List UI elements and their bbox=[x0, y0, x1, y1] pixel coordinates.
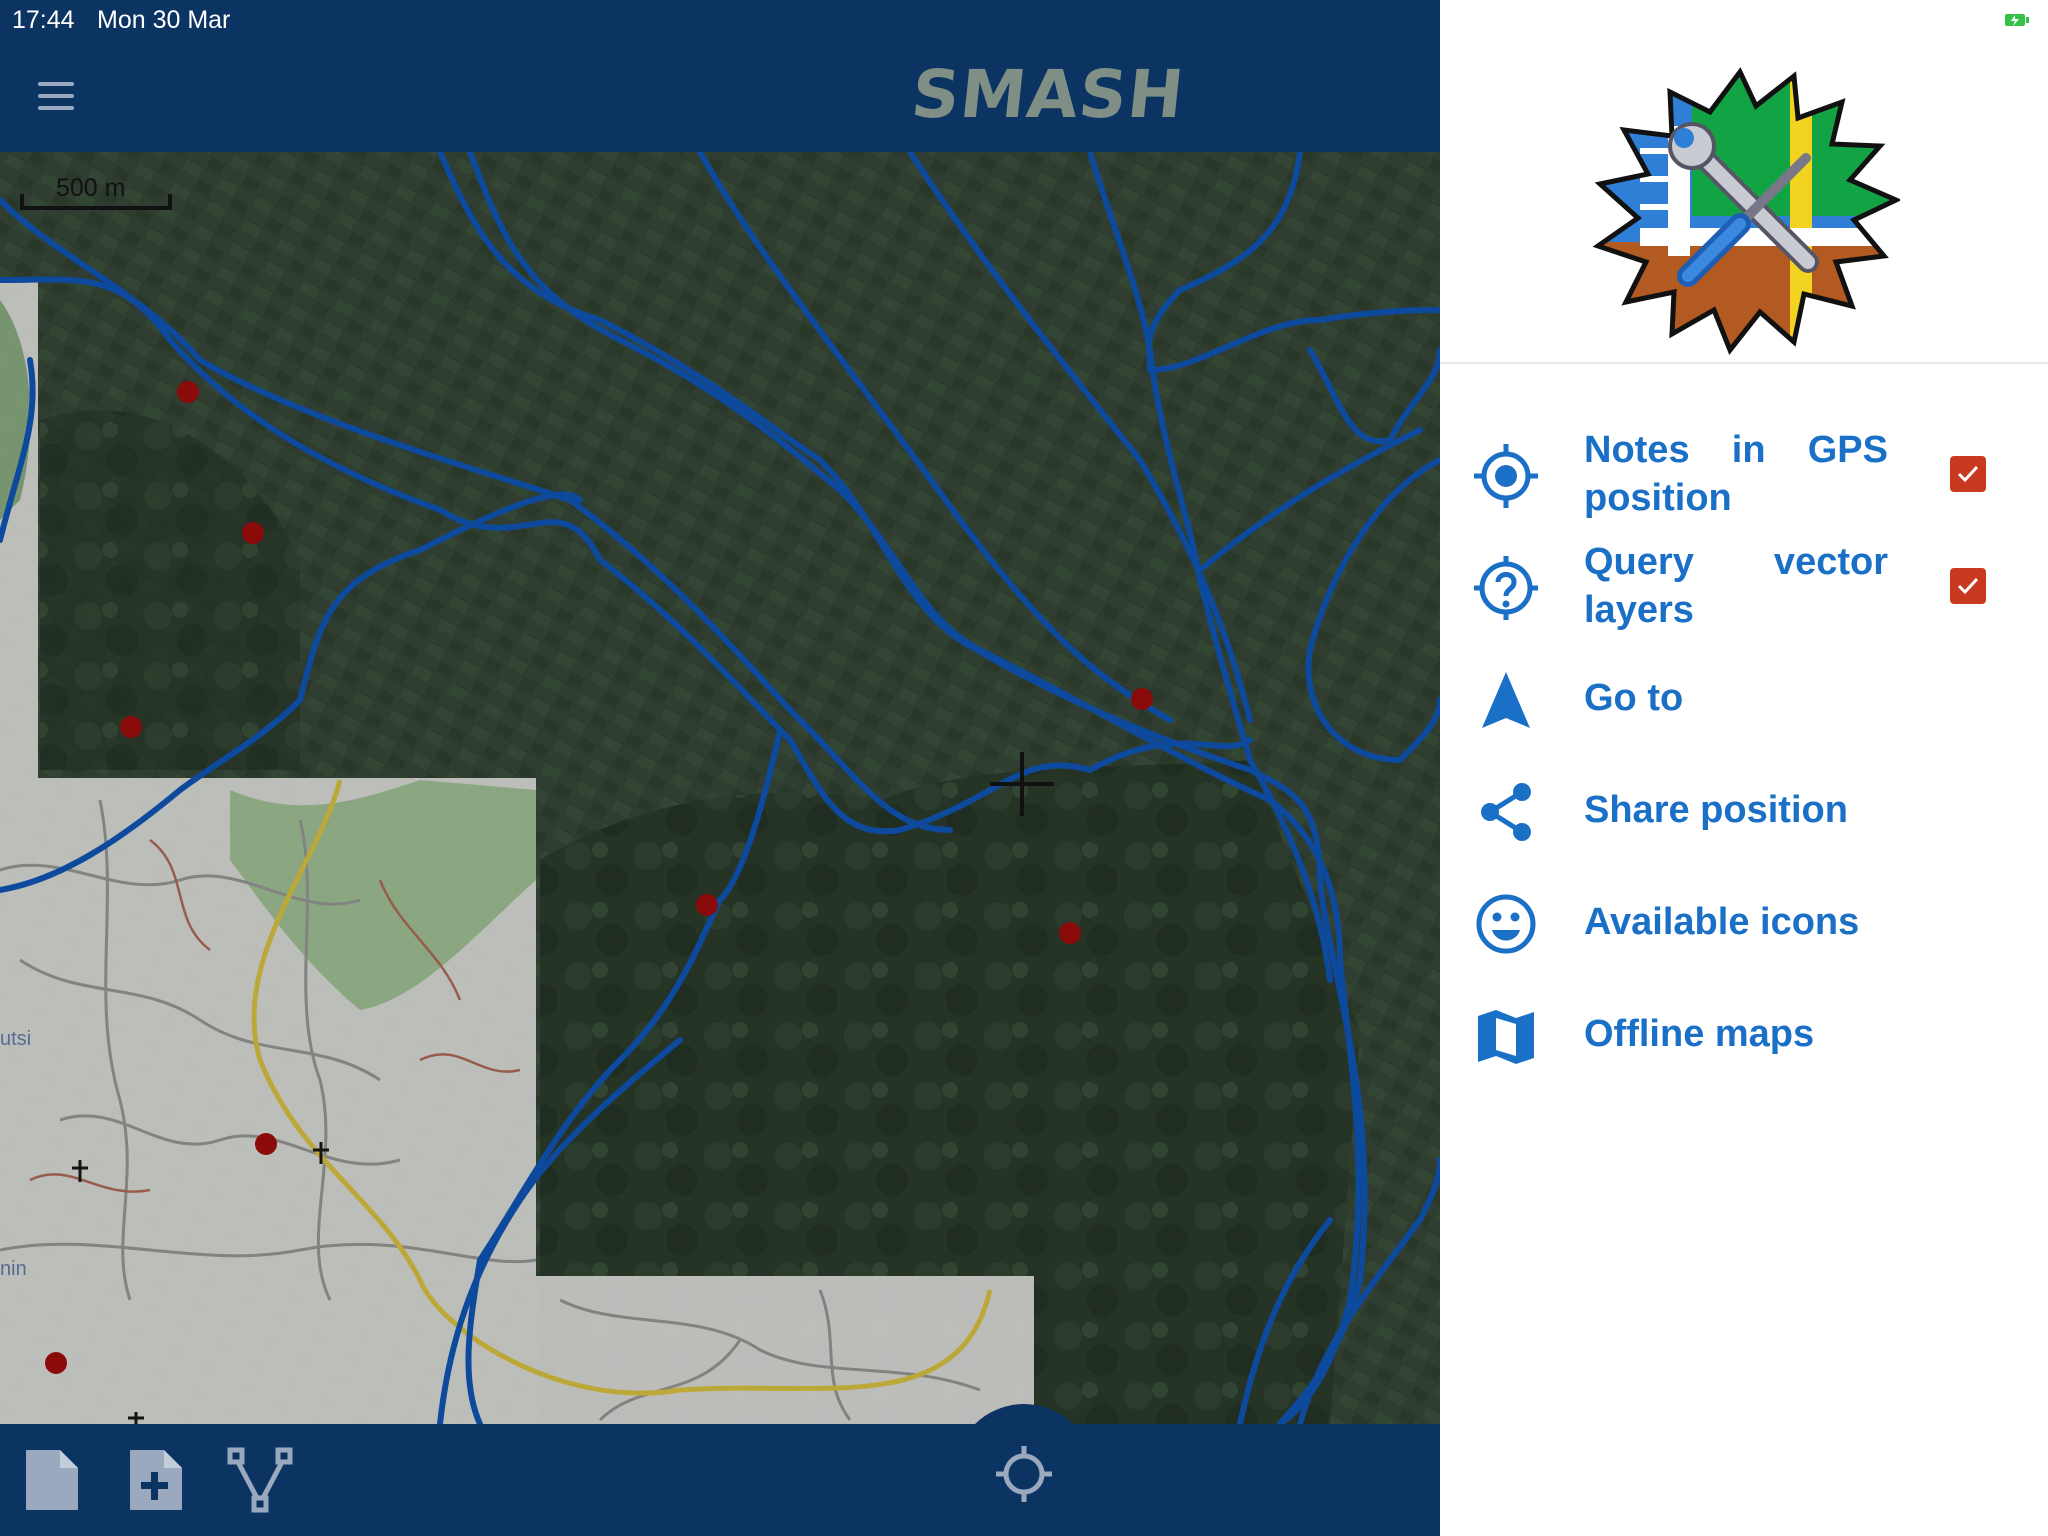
note-marker[interactable] bbox=[696, 894, 718, 916]
note-marker[interactable] bbox=[1059, 922, 1081, 944]
note-marker[interactable] bbox=[255, 1133, 277, 1155]
menu-label-share-position: Share position bbox=[1584, 789, 1848, 831]
simple-note-button[interactable] bbox=[16, 1444, 88, 1516]
menu-label-query-vector: Query vector layers bbox=[1584, 541, 1888, 631]
menu-item-go-to[interactable]: Go to bbox=[1440, 660, 2048, 740]
scale-tick-left bbox=[20, 194, 24, 210]
scale-line bbox=[20, 206, 172, 210]
smiley-icon bbox=[1476, 894, 1536, 954]
scale-label: 500 m bbox=[56, 174, 126, 202]
menu-icon bbox=[38, 82, 74, 86]
note-marker[interactable] bbox=[120, 716, 142, 738]
scale-tick-right bbox=[168, 194, 172, 210]
menu-item-notes-gps[interactable]: Notes in GPS position bbox=[1440, 420, 2048, 532]
gps-target-icon bbox=[1474, 444, 1538, 508]
status-time: 17:44 bbox=[12, 6, 75, 34]
navigation-arrow-icon bbox=[1482, 672, 1530, 728]
menu-label-offline-maps: Offline maps bbox=[1584, 1013, 1815, 1055]
form-note-button[interactable] bbox=[120, 1444, 192, 1516]
menu-label-notes-gps: Notes in GPS position bbox=[1584, 429, 1888, 519]
menu-button[interactable] bbox=[32, 78, 80, 114]
note-marker[interactable] bbox=[242, 522, 264, 544]
smash-logo bbox=[1592, 67, 1900, 355]
menu-icon-line bbox=[38, 106, 74, 110]
share-icon bbox=[1481, 783, 1531, 841]
query-vector-checkbox[interactable] bbox=[1950, 568, 1986, 604]
menu-icon-line bbox=[38, 94, 74, 98]
note-marker[interactable] bbox=[177, 381, 199, 403]
menu-label-available-icons: Available icons bbox=[1584, 901, 1860, 943]
form-note-icon bbox=[130, 1450, 182, 1510]
menu-item-share-position[interactable]: Share position bbox=[1440, 772, 2048, 852]
gps-log-icon bbox=[227, 1447, 293, 1513]
center-on-gps-icon bbox=[996, 1446, 1052, 1502]
note-marker[interactable] bbox=[1131, 688, 1153, 710]
map-view[interactable]: utsi nin bbox=[0, 152, 1440, 1424]
checkmark-icon bbox=[1957, 577, 1979, 595]
app-title: SMASH bbox=[907, 56, 1189, 133]
bottom-toolbar bbox=[0, 1424, 1440, 1536]
menu-label-go-to: Go to bbox=[1584, 677, 1684, 719]
map-center-crosshair bbox=[990, 752, 1054, 816]
status-date: Mon 30 Mar bbox=[97, 6, 231, 34]
simple-note-icon bbox=[26, 1450, 78, 1510]
map-icon bbox=[1478, 1010, 1534, 1064]
scale-bar: 500 m bbox=[20, 172, 172, 218]
map-screen: utsi nin 500 m SMASH 17:44 Mon 30 Mar bbox=[0, 0, 1440, 1536]
map-label-utsi: utsi bbox=[0, 1028, 31, 1050]
status-bar: 17:44 Mon 30 Mar bbox=[0, 0, 1440, 40]
menu-item-offline-maps[interactable]: Offline maps bbox=[1440, 996, 2048, 1076]
center-on-gps-button[interactable] bbox=[954, 1404, 1094, 1536]
menu-item-available-icons[interactable]: Available icons bbox=[1440, 884, 2048, 964]
checkmark-icon bbox=[1957, 465, 1979, 483]
note-marker[interactable] bbox=[45, 1352, 67, 1374]
side-drawer: Notes in GPS position Query vector layer… bbox=[1440, 0, 2048, 1536]
notes-gps-checkbox[interactable] bbox=[1950, 456, 1986, 492]
gps-log-button[interactable] bbox=[224, 1444, 296, 1516]
query-help-icon bbox=[1474, 556, 1538, 620]
menu-item-query-vector[interactable]: Query vector layers bbox=[1440, 532, 2048, 644]
drawer-header bbox=[1440, 0, 2048, 364]
map-label-nin: nin bbox=[0, 1258, 27, 1280]
map-canvas[interactable]: utsi nin bbox=[0, 152, 1440, 1424]
